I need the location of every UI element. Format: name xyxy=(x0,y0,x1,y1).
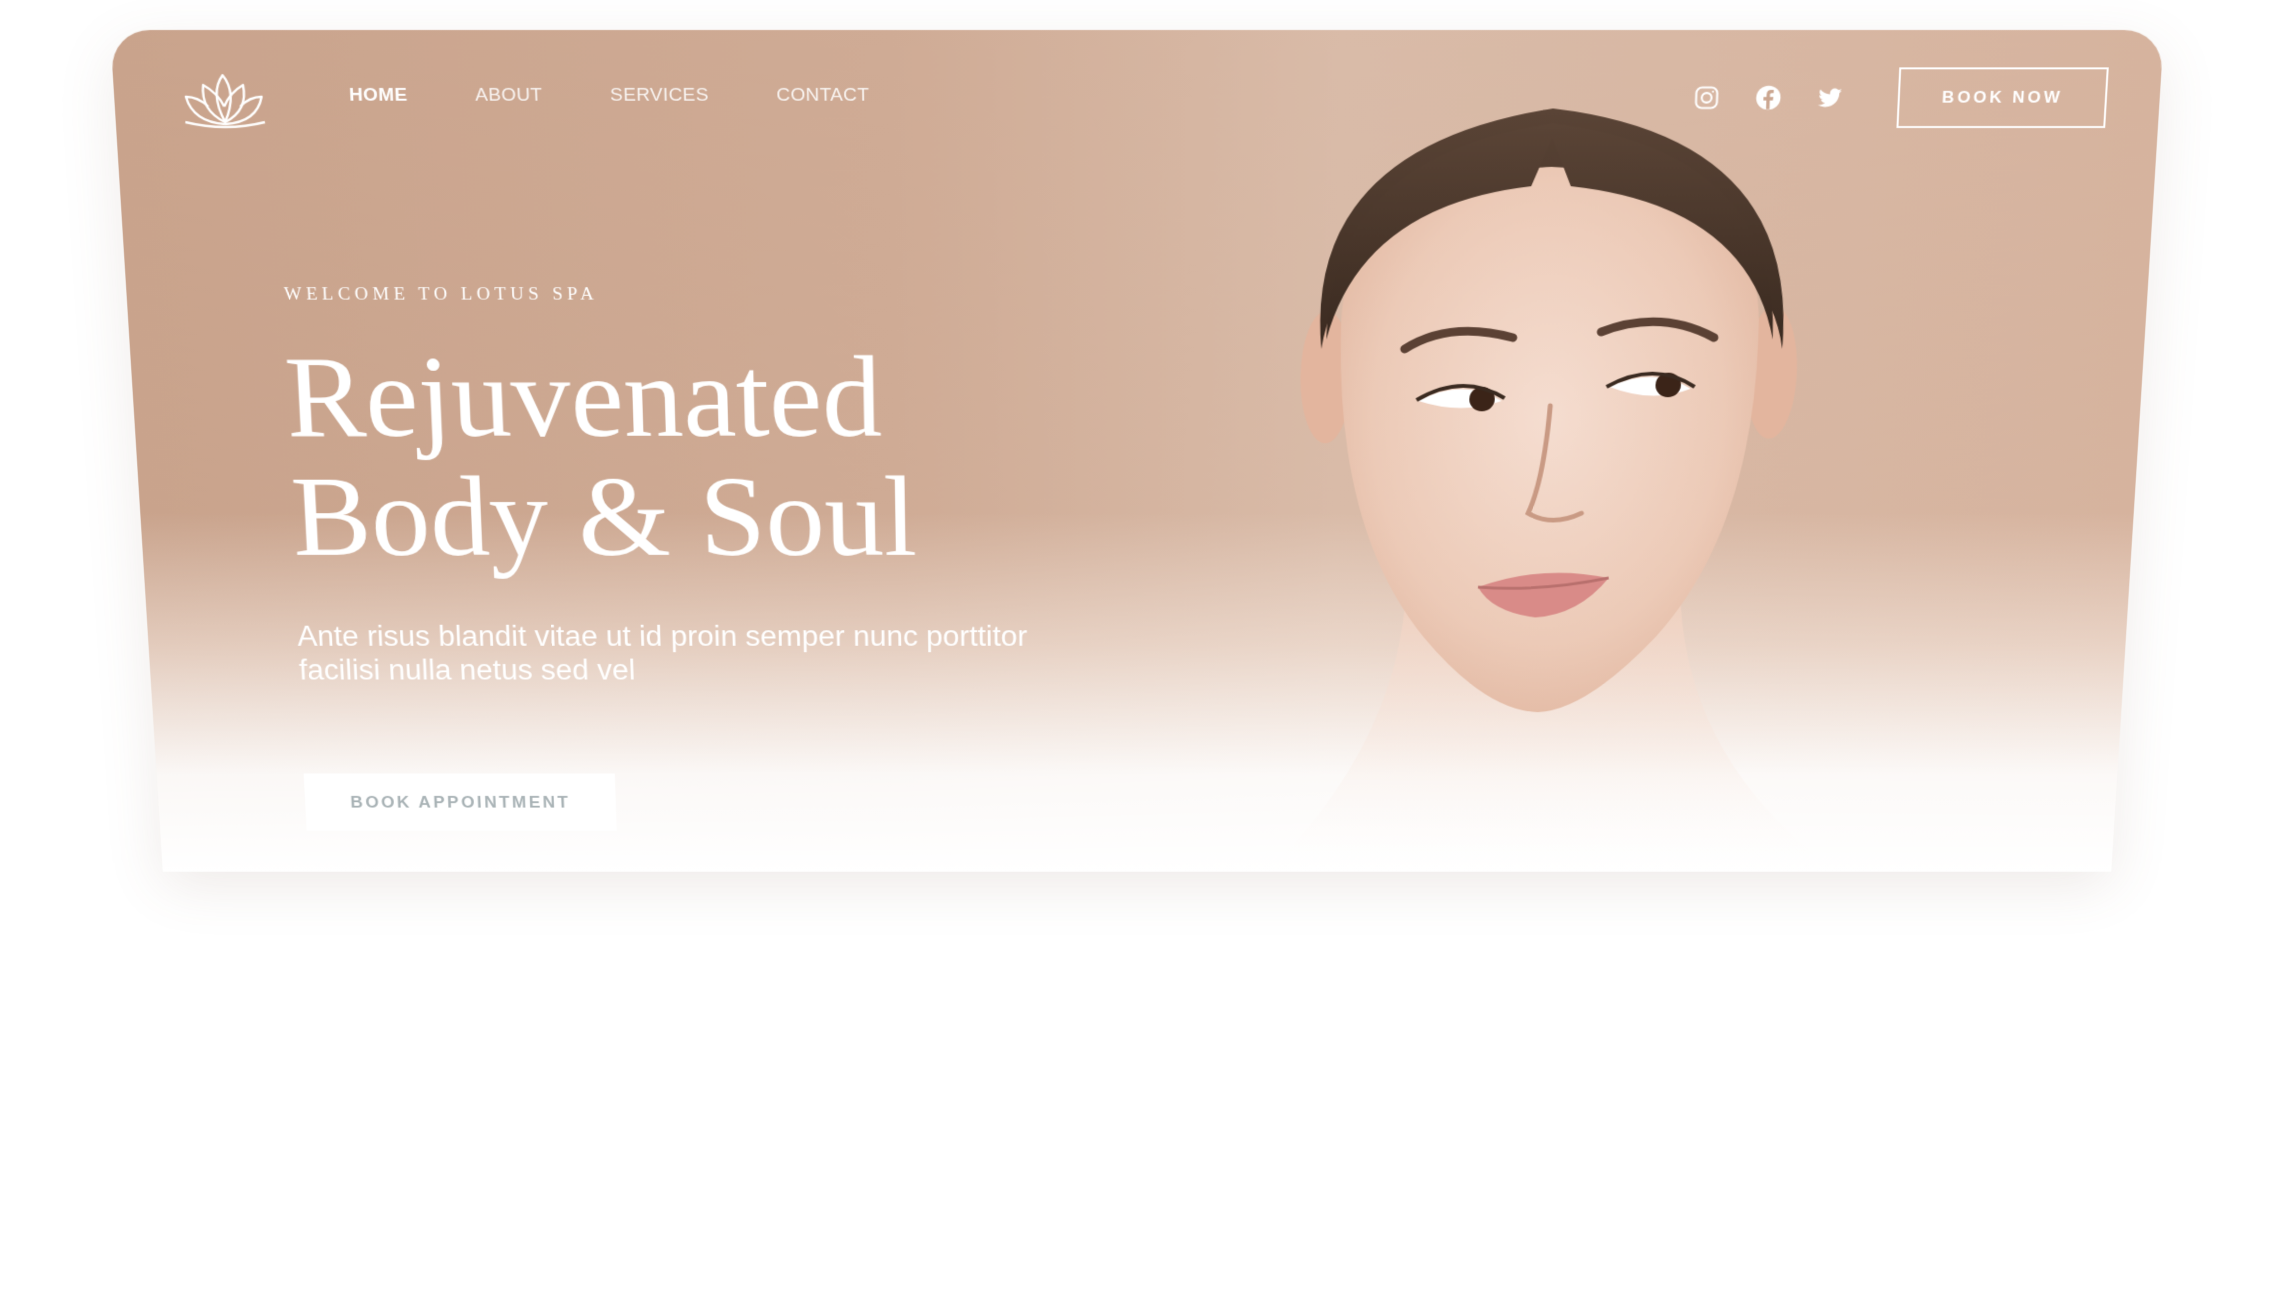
hero-headline: Rejuvenated Body & Soul xyxy=(282,333,918,580)
book-now-button[interactable]: BOOK NOW xyxy=(1896,67,2109,128)
hero-perspective-wrapper: HOME ABOUT SERVICES CONTACT BOOK NOW WEL… xyxy=(0,0,2274,960)
hero-subtext: Ante risus blandit vitae ut id proin sem… xyxy=(296,620,1028,686)
hero-headline-line-1: Rejuvenated xyxy=(282,333,883,462)
nav-link-services[interactable]: SERVICES xyxy=(610,85,709,107)
nav-link-contact[interactable]: CONTACT xyxy=(776,85,869,107)
page: HOME ABOUT SERVICES CONTACT BOOK NOW WEL… xyxy=(0,0,2274,1300)
book-appointment-button[interactable]: BOOK APPOINTMENT xyxy=(303,773,617,831)
hero-section: HOME ABOUT SERVICES CONTACT BOOK NOW WEL… xyxy=(110,30,2164,872)
nav-link-about[interactable]: ABOUT xyxy=(475,85,543,107)
top-navigation: HOME ABOUT SERVICES CONTACT BOOK NOW xyxy=(110,30,2164,167)
facebook-icon[interactable] xyxy=(1753,83,1784,112)
nav-links: HOME ABOUT SERVICES CONTACT xyxy=(349,85,938,107)
hero-eyebrow: WELCOME TO LOTUS SPA xyxy=(283,284,599,305)
lotus-icon[interactable] xyxy=(176,67,271,132)
instagram-icon[interactable] xyxy=(1691,83,1722,112)
hero-headline-line-2: Body & Soul xyxy=(288,454,918,580)
social-links xyxy=(1691,83,1845,112)
nav-link-home[interactable]: HOME xyxy=(349,85,408,107)
twitter-icon[interactable] xyxy=(1815,83,1846,112)
